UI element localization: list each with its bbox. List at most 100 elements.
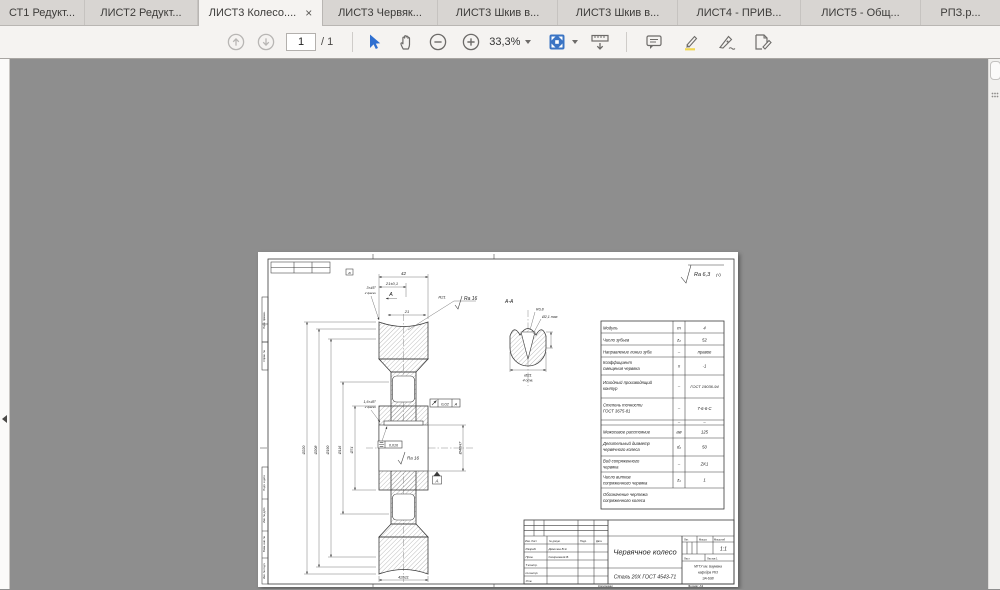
signature-pen-icon [719,35,736,50]
cursor-arrow-icon [370,34,381,49]
param-value: 52 [702,338,707,343]
main-section-view: Ø220 Ø208 Ø190 Ø116 Ø74 42 21±0,1 А 21 3… [302,271,478,582]
dim-diameter: Ø220 [302,446,306,456]
hand-icon [400,35,411,50]
symmetry-value: 0,016 [389,444,398,448]
toolbar-divider [626,32,628,52]
page-display-button[interactable] [588,30,612,54]
chamfer-notes: 3×45° 2 фаски 1,6×45° 2 фаски [363,286,381,423]
previous-page-button[interactable] [224,30,248,54]
highlighter-icon [685,35,698,51]
dim-radius: R21 [438,295,445,300]
titleblock-sheet: Лист [684,556,690,560]
param-value: ГОСТ 19036-94 [690,384,719,389]
fill-sign-button[interactable] [715,30,739,54]
page-total-label: / 1 [321,36,334,48]
close-icon[interactable]: × [305,7,312,19]
aa-max-label: Ø2,1 max [541,315,558,319]
param-name: Число витков [603,475,631,480]
document-page[interactable]: а Перв. примен. Справ. № Подп. и дата Ин… [258,252,738,587]
hand-tool-button[interactable] [394,30,418,54]
tab-list5-obsh[interactable]: ЛИСТ5 - Общ... [801,0,921,25]
fit-page-dropdown[interactable] [547,32,579,52]
tab-list2[interactable]: ЛИСТ2 Редукт... [85,0,198,25]
footer-format-label: Формат А3 [688,584,703,587]
param-symbol: z₁ [676,478,681,483]
param-name: Вид сопряженного [603,459,640,464]
param-name: Модуль [603,326,618,331]
zone-stamps: Перв. примен. Справ. № Подп. и дата Инв.… [261,296,269,585]
param-name: Число зубьев [603,338,630,343]
zone-stamp-label: Перв. примен. [262,311,266,329]
collapse-pane-arrow-icon[interactable] [2,415,7,423]
comment-tool-button[interactable] [642,30,666,54]
document-view: а Перв. примен. Справ. № Подп. и дата Ин… [0,59,1000,589]
param-name: сопряженного колеса [603,498,646,503]
runout-value: 0,02 [441,401,450,406]
section-aa-title: А-А [504,299,514,305]
next-page-button[interactable] [254,30,278,54]
param-name: червячного колеса [603,447,640,452]
tab-label: ЛИСТ4 - ПРИВ... [696,6,782,19]
dim-diameter: Ø190 [326,446,330,456]
titleblock-header: Масса [699,538,707,542]
scrollbar-thumb[interactable] [990,61,1000,80]
dim-bore: Ø40H7 [458,441,463,455]
param-name: Делительный диаметр [602,441,651,446]
titleblock-role: Пров. [526,555,534,559]
edit-pdf-button[interactable] [751,30,775,54]
titleblock-header: Дата [596,539,602,543]
param-name: ГОСТ 3675-81 [603,409,630,414]
general-roughness-mark: Ra 6,3 (√) [680,264,724,284]
param-value: -1 [703,364,707,369]
runout-tolerance-frame: 0,02 А [429,398,461,408]
roughness-value: Ra 6,3 [694,272,711,278]
param-symbol: – [677,406,681,411]
param-name: Межосевое расстояние [603,430,651,435]
param-value: – [702,420,706,425]
tab-list3-chervyak[interactable]: ЛИСТ3 Червяк... [323,0,438,25]
tab-list3-kolesso[interactable]: ЛИСТ3 Колесо.... × [198,0,323,26]
chamfer-note: 2 фаски [364,405,377,409]
titleblock-role: Утв. [526,579,533,583]
dim-width: 42 [401,271,407,276]
zoom-level-dropdown[interactable]: 33,3% [489,36,532,48]
tab-label: ЛИСТ3 Шкив в... [575,6,660,19]
select-tool-button[interactable] [362,30,386,54]
zone-stamp-label: Инв. № подл. [262,563,266,579]
zoom-out-button[interactable] [426,30,450,54]
vertical-scrollbar[interactable] [988,59,1000,589]
tab-label: РПЗ.р... [940,6,981,19]
param-name: Обозначение чертежа [603,492,648,497]
dim-diameter: Ø116 [338,446,342,456]
param-name: смещения червяка [603,366,640,371]
zoom-in-button[interactable] [459,30,483,54]
tab-bar: СТ1 Редукт... ЛИСТ2 Редукт... ЛИСТ3 Коле… [0,0,1000,26]
highlight-tool-button[interactable] [679,30,703,54]
dim-diameter: Ø208 [314,446,318,456]
plus-circle-icon [462,33,480,51]
param-value: 125 [701,430,709,435]
param-symbol: m [677,326,681,331]
page-number-input[interactable] [286,33,316,51]
tab-list4-privod[interactable]: ЛИСТ4 - ПРИВ... [678,0,801,25]
param-value: 7-6-6-С [697,406,712,411]
tab-label: ЛИСТ2 Редукт... [100,6,182,19]
param-symbol: x [677,364,681,369]
tab-label: ЛИСТ3 Шкив в... [455,6,540,19]
param-symbol: aw [676,430,682,435]
tab-list3-shkiv2[interactable]: ЛИСТ3 Шкив в... [558,0,678,25]
tab-rpz[interactable]: РПЗ.р... [921,0,1000,25]
param-name: Степень точности [603,403,643,408]
dim-keyway: 21±0,1 [385,281,398,286]
chevron-down-icon [525,40,532,44]
minus-circle-icon [429,33,447,51]
titleblock-header: Лит. [684,538,689,542]
scroll-widget-icon[interactable] [991,86,999,104]
param-symbol: – [677,350,681,355]
tab-list1[interactable]: СТ1 Редукт... [0,0,85,25]
zone-stamp-label: Справ. № [262,350,266,362]
datum-letter: А [434,479,438,484]
fit-page-icon [549,34,565,50]
tab-list3-shkiv1[interactable]: ЛИСТ3 Шкив в... [438,0,558,25]
